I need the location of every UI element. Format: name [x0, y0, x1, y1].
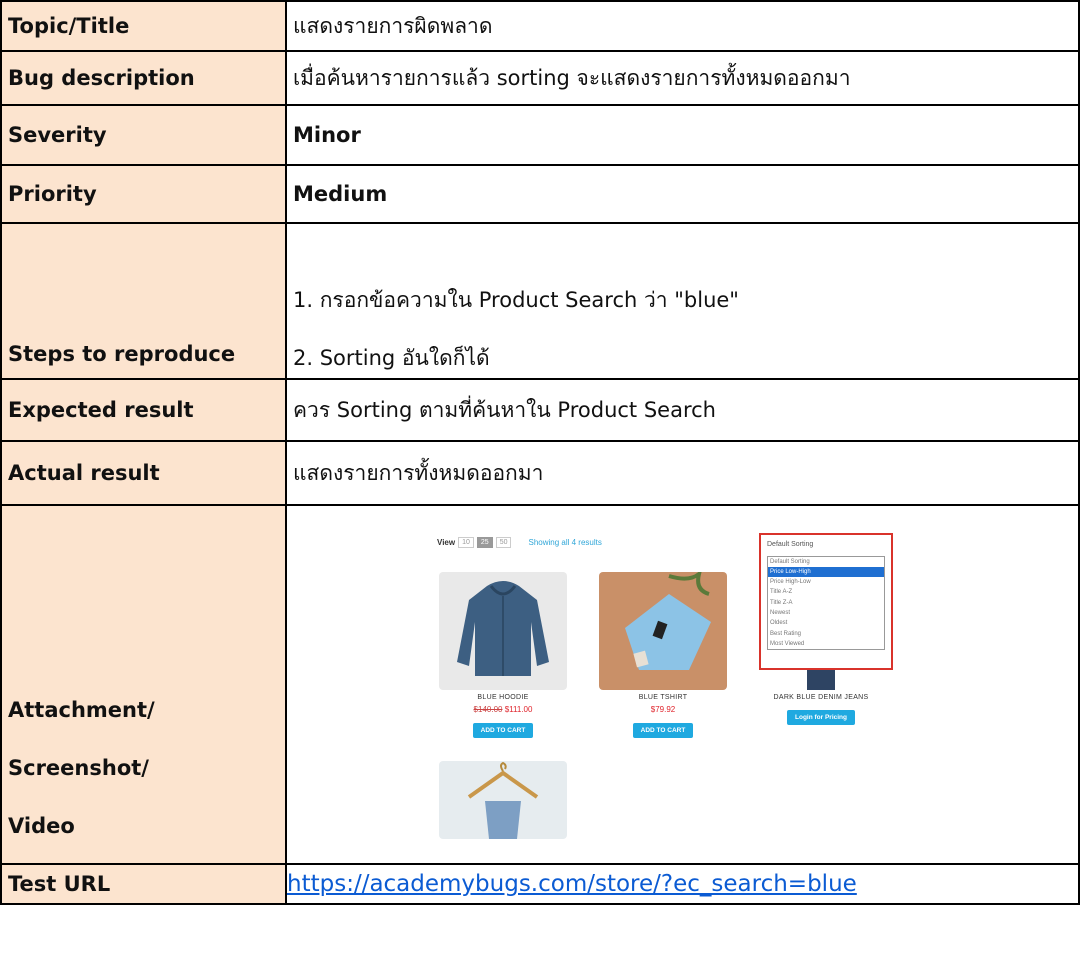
step-item: 1. กรอกข้อความใน Product Search ว่า "blu…: [293, 288, 739, 312]
row-bug-description: Bug description เมื่อค้นหารายการแล้ว sor…: [0, 50, 1080, 106]
bug-report-table: Topic/Title แสดงรายการผิดพลาด Bug descri…: [0, 0, 1080, 905]
sort-option[interactable]: Newest: [768, 608, 884, 618]
view-bar: View 10 25 50 Showing all 4 results: [437, 536, 602, 548]
priority-label: Priority: [0, 164, 287, 224]
attached-screenshot: View 10 25 50 Showing all 4 results BLUE…: [287, 515, 1047, 855]
row-priority: Priority Medium: [0, 164, 1080, 224]
sort-highlight-box: Default Sorting Default Sorting Price Lo…: [759, 532, 893, 670]
row-attachment: Attachment/ Screenshot/ Video View 10 25…: [0, 504, 1080, 865]
bug-description-label: Bug description: [0, 50, 287, 106]
actual-value: แสดงรายการทั้งหมดออกมา: [285, 440, 1080, 506]
row-expected: Expected result ควร Sorting ตามที่ค้นหาใ…: [0, 378, 1080, 442]
product-name: DARK BLUE DENIM JEANS: [773, 693, 869, 701]
actual-label: Actual result: [0, 440, 287, 506]
row-steps: Steps to reproduce 1. กรอกข้อความใน Prod…: [0, 222, 1080, 380]
attachment-label-line: Video: [8, 814, 75, 838]
test-url-link[interactable]: https://academybugs.com/store/?ec_search…: [287, 871, 857, 897]
row-actual: Actual result แสดงรายการทั้งหมดออกมา: [0, 440, 1080, 506]
attachment-label-line: Attachment/: [8, 698, 155, 722]
priority-value: Medium: [285, 164, 1080, 224]
pants-image: [439, 760, 567, 839]
old-price: $140.00: [473, 704, 503, 714]
add-to-cart-button[interactable]: ADD TO CART: [632, 722, 694, 738]
product-name: BLUE HOODIE: [477, 693, 529, 701]
expected-value: ควร Sorting ตามที่ค้นหาใน Product Search: [285, 378, 1080, 442]
product-card[interactable]: [439, 760, 567, 839]
sort-option[interactable]: Best Rating: [768, 629, 884, 639]
product-price: $140.00 $111.00: [439, 705, 567, 714]
page-size-10[interactable]: 10: [458, 536, 474, 548]
product-card[interactable]: BLUE HOODIE $140.00 $111.00 ADD TO CART: [439, 571, 567, 738]
sale-price: $111.00: [504, 704, 533, 714]
step-item: 2. Sorting อันใดก็ได้: [293, 346, 490, 370]
expected-label: Expected result: [0, 378, 287, 442]
tshirt-image: [599, 571, 727, 690]
sort-option[interactable]: Most Viewed: [768, 639, 884, 649]
topic-value: แสดงรายการผิดพลาด: [285, 0, 1080, 52]
sort-select[interactable]: Default Sorting: [767, 541, 813, 548]
sort-option-selected[interactable]: Price Low-High: [768, 566, 884, 578]
sort-option[interactable]: Price High-Low: [768, 577, 884, 587]
steps-value: 1. กรอกข้อความใน Product Search ว่า "blu…: [285, 222, 1080, 380]
sort-option[interactable]: Title Z-A: [768, 598, 884, 608]
row-topic: Topic/Title แสดงรายการผิดพลาด: [0, 0, 1080, 52]
add-to-cart-button[interactable]: ADD TO CART: [472, 722, 534, 738]
test-url-value: https://academybugs.com/store/?ec_search…: [285, 863, 1080, 905]
results-count: Showing all 4 results: [528, 537, 602, 547]
steps-label: Steps to reproduce: [0, 222, 287, 380]
hoodie-image: [439, 571, 567, 690]
page-size-50[interactable]: 50: [495, 536, 512, 548]
product-price: $79.92: [599, 705, 727, 714]
sort-options-list: Default Sorting Price Low-High Price Hig…: [767, 555, 885, 651]
view-label: View: [437, 537, 456, 547]
topic-label: Topic/Title: [0, 0, 287, 52]
product-name: BLUE TSHIRT: [638, 693, 688, 701]
page-size-25[interactable]: 25: [476, 536, 493, 548]
login-for-pricing-button[interactable]: Login for Pricing: [787, 709, 855, 725]
sort-option[interactable]: Default Sorting: [768, 557, 884, 567]
attachment-label-line: Screenshot/: [8, 756, 149, 780]
sale-price: $79.92: [650, 704, 676, 714]
product-card[interactable]: BLUE TSHIRT $79.92 ADD TO CART: [599, 571, 727, 738]
sort-option[interactable]: Oldest: [768, 618, 884, 628]
row-test-url: Test URL https://academybugs.com/store/?…: [0, 863, 1080, 905]
row-severity: Severity Minor: [0, 104, 1080, 166]
severity-label: Severity: [0, 104, 287, 166]
severity-value: Minor: [285, 104, 1080, 166]
bug-description-value: เมื่อค้นหารายการแล้ว sorting จะแสดงรายกา…: [285, 50, 1080, 106]
attachment-value: View 10 25 50 Showing all 4 results BLUE…: [285, 504, 1080, 865]
attachment-label: Attachment/ Screenshot/ Video: [0, 504, 287, 865]
test-url-label: Test URL: [0, 863, 287, 905]
sort-option[interactable]: Title A-Z: [768, 587, 884, 597]
